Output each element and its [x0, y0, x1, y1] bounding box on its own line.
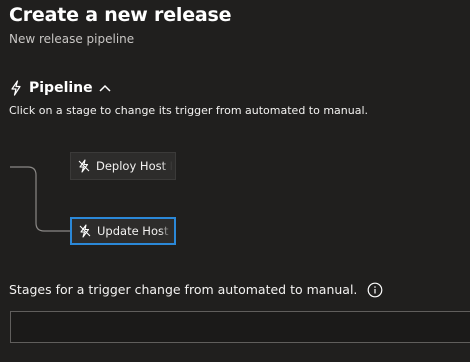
manual-stages-input[interactable]: [10, 311, 470, 343]
pipeline-instructions: Click on a stage to change its trigger f…: [9, 104, 369, 117]
page-title: Create a new release: [9, 4, 232, 26]
stage-deploy-host[interactable]: Deploy Host F: [70, 152, 176, 180]
chevron-up-icon: [99, 84, 111, 92]
pipeline-section-label: Pipeline: [29, 80, 93, 96]
stage-update-host[interactable]: Update Host F: [70, 217, 176, 245]
manual-trigger-bolt-icon: [79, 224, 91, 238]
manual-stages-label: Stages for a trigger change from automat…: [9, 282, 358, 297]
info-icon[interactable]: [367, 282, 383, 298]
pipeline-section-toggle[interactable]: Pipeline: [9, 80, 111, 96]
lightning-bolt-icon: [11, 80, 21, 96]
manual-trigger-bolt-icon: [78, 159, 90, 173]
stage-connector-line: [10, 166, 70, 232]
label-overflow-fade: [161, 153, 175, 179]
label-overflow-fade: [160, 219, 174, 243]
page-subtitle: New release pipeline: [9, 32, 135, 46]
